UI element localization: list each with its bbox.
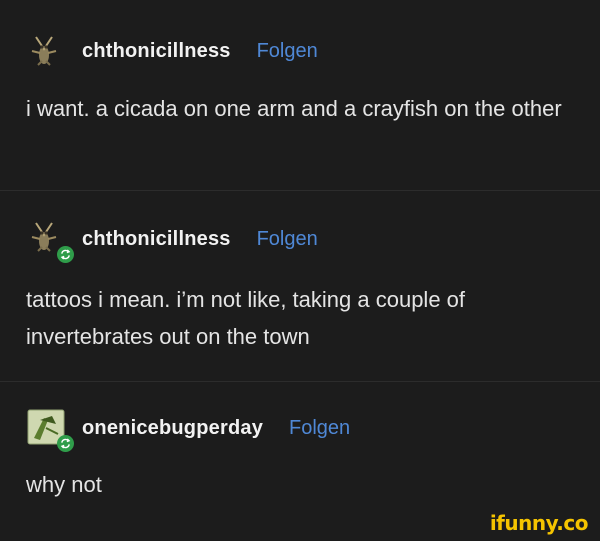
post-text: i want. a cicada on one arm and a crayfi… [26, 96, 562, 121]
post-header: onenicebugperday Folgen [26, 408, 350, 452]
username[interactable]: onenicebugperday [82, 417, 263, 440]
ifunny-watermark: ifunny.co [489, 511, 589, 535]
avatar[interactable] [26, 219, 74, 263]
avatar[interactable] [26, 408, 74, 452]
post-header: chthonicillness Folgen [26, 219, 318, 263]
cicada-avatar-icon [31, 36, 57, 66]
avatar[interactable] [26, 31, 68, 71]
post-2: chthonicillness Folgen tattoos i mean. i… [0, 190, 600, 381]
post-text: tattoos i mean. i’m not like, taking a c… [26, 287, 466, 349]
username[interactable]: chthonicillness [82, 40, 231, 63]
post-text: why not [26, 472, 102, 497]
follow-button[interactable]: Folgen [257, 228, 318, 251]
username[interactable]: chthonicillness [82, 228, 231, 251]
reblog-badge-icon [57, 435, 74, 452]
follow-button[interactable]: Folgen [289, 417, 350, 440]
post-header: chthonicillness Folgen [26, 31, 318, 71]
post-1: chthonicillness Folgen i want. a cicada … [0, 0, 600, 190]
follow-button[interactable]: Folgen [257, 40, 318, 63]
reblog-badge-icon [57, 246, 74, 263]
